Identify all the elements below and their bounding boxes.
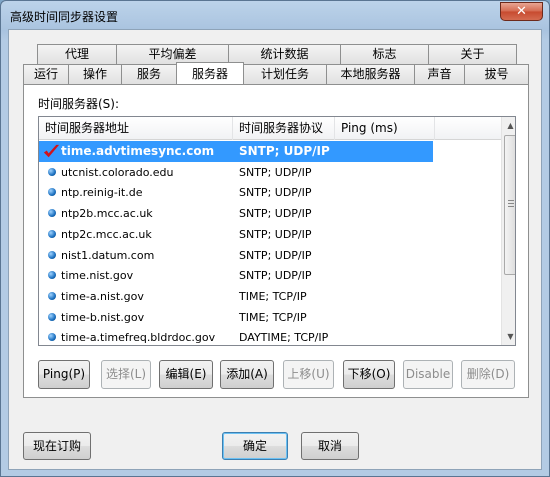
server-protocol: SNTP; UDP/IP <box>239 207 312 220</box>
tab-schedule[interactable]: 计划任务 <box>243 64 327 84</box>
server-protocol: TIME; TCP/IP <box>239 290 307 303</box>
tab-row-top: 代理 平均偏差 统计数据 标志 关于 <box>37 44 517 64</box>
title-bar[interactable]: 高级时间同步器设置 ✕ <box>1 1 549 29</box>
move-down-button[interactable]: 下移(O) <box>343 360 395 389</box>
server-dot-icon <box>48 209 56 217</box>
server-address: time-b.nist.gov <box>61 311 145 324</box>
tab-servers[interactable]: 服务器 <box>176 62 244 84</box>
server-protocol: SNTP; UDP/IP <box>239 186 312 199</box>
server-row[interactable]: time.advtimesync.com SNTP; UDP/IP <box>39 141 433 162</box>
edit-button[interactable]: 编辑(E) <box>159 360 213 389</box>
server-list-body: time.advtimesync.com SNTP; UDP/IP utcnist.… <box>39 141 501 344</box>
server-list-scrollbar[interactable]: ▲ ▼ <box>501 117 515 345</box>
server-dot-icon <box>48 313 56 321</box>
server-row[interactable]: time-a.nist.gov TIME; TCP/IP <box>39 286 501 307</box>
disable-button[interactable]: Disable <box>403 360 453 389</box>
dialog-client-area: 代理 平均偏差 统计数据 标志 关于 运行 操作 服务 服务器 计划任务 本地服… <box>8 29 542 470</box>
ping-button[interactable]: Ping(P) <box>38 360 90 389</box>
ok-button[interactable]: 确定 <box>222 432 288 460</box>
red-check-icon <box>43 144 60 158</box>
scroll-grip-icon <box>508 200 514 201</box>
select-button[interactable]: 选择(L) <box>101 360 151 389</box>
server-address: time-a.timefreq.bldrdoc.gov <box>61 331 216 344</box>
tab-row-bottom: 运行 操作 服务 服务器 计划任务 本地服务器 声音 拔号 <box>23 62 529 84</box>
server-dot-icon <box>48 230 56 238</box>
server-protocol: SNTP; UDP/IP <box>239 166 312 179</box>
tab-flags[interactable]: 标志 <box>340 44 429 64</box>
server-address: time.nist.gov <box>61 269 134 282</box>
tab-about[interactable]: 关于 <box>428 44 517 64</box>
servers-panel: 时间服务器(S): 时间服务器地址 时间服务器协议 Ping (ms) time… <box>23 84 529 398</box>
tab-sound[interactable]: 声音 <box>414 64 465 84</box>
server-protocol: SNTP; UDP/IP <box>239 249 312 262</box>
server-row[interactable]: utcnist.colorado.edu SNTP; UDP/IP <box>39 162 501 183</box>
server-list-header: 时间服务器地址 时间服务器协议 Ping (ms) <box>39 117 501 140</box>
server-protocol: SNTP; UDP/IP <box>239 269 312 282</box>
server-row[interactable]: ntp2c.mcc.ac.uk SNTP; UDP/IP <box>39 224 501 245</box>
column-header-address[interactable]: 时间服务器地址 <box>39 117 233 140</box>
delete-button[interactable]: 删除(D) <box>461 360 515 389</box>
window-title: 高级时间同步器设置 <box>10 10 119 24</box>
server-dot-icon <box>48 188 56 196</box>
server-address: utcnist.colorado.edu <box>61 166 174 179</box>
tab-average-deviation[interactable]: 平均偏差 <box>116 44 229 64</box>
server-row[interactable]: nist1.datum.com SNTP; UDP/IP <box>39 245 501 266</box>
column-header-protocol[interactable]: 时间服务器协议 <box>233 117 335 140</box>
column-header-ping[interactable]: Ping (ms) <box>335 117 435 140</box>
scroll-thumb[interactable] <box>504 135 515 275</box>
server-dot-icon <box>48 292 56 300</box>
move-up-button[interactable]: 上移(U) <box>283 360 334 389</box>
tab-run[interactable]: 运行 <box>23 64 69 84</box>
scroll-grip-icon <box>508 203 514 204</box>
subscribe-now-button[interactable]: 现在订购 <box>23 432 91 460</box>
server-address: nist1.datum.com <box>61 249 155 262</box>
add-button[interactable]: 添加(A) <box>220 360 274 389</box>
server-protocol: SNTP; UDP/IP <box>239 144 330 158</box>
server-address: time.advtimesync.com <box>61 144 215 158</box>
server-list[interactable]: 时间服务器地址 时间服务器协议 Ping (ms) time.advtimesy… <box>38 116 516 346</box>
tab-local-server[interactable]: 本地服务器 <box>326 64 415 84</box>
cancel-button[interactable]: 取消 <box>301 432 359 460</box>
server-protocol: TIME; TCP/IP <box>239 311 307 324</box>
close-button[interactable]: ✕ <box>500 2 543 21</box>
server-row[interactable]: ntp.reinig-it.de SNTP; UDP/IP <box>39 182 501 203</box>
server-protocol: SNTP; UDP/IP <box>239 228 312 241</box>
dialog-window: 高级时间同步器设置 ✕ 代理 平均偏差 统计数据 标志 关于 运行 操作 服务 … <box>0 0 550 477</box>
tab-operation[interactable]: 操作 <box>68 64 122 84</box>
server-row[interactable]: time.nist.gov SNTP; UDP/IP <box>39 265 501 286</box>
tab-proxy[interactable]: 代理 <box>37 44 117 64</box>
server-list-label: 时间服务器(S): <box>38 97 120 111</box>
server-address: ntp.reinig-it.de <box>61 186 143 199</box>
server-row[interactable]: ntp2b.mcc.ac.uk SNTP; UDP/IP <box>39 203 501 224</box>
tab-dialup[interactable]: 拔号 <box>464 64 529 84</box>
server-dot-icon <box>48 251 56 259</box>
tab-statistics[interactable]: 统计数据 <box>228 44 341 64</box>
scroll-up-icon[interactable]: ▲ <box>502 117 515 134</box>
scroll-grip-icon <box>508 206 514 207</box>
scroll-down-icon[interactable]: ▼ <box>502 328 515 345</box>
server-row[interactable]: time-b.nist.gov TIME; TCP/IP <box>39 307 501 328</box>
server-row[interactable]: time-a.timefreq.bldrdoc.gov DAYTIME; TCP/… <box>39 327 501 345</box>
server-address: ntp2b.mcc.ac.uk <box>61 207 153 220</box>
tab-service[interactable]: 服务 <box>121 64 177 84</box>
server-address: time-a.nist.gov <box>61 290 144 303</box>
server-dot-icon <box>48 168 56 176</box>
server-protocol: DAYTIME; TCP/IP <box>239 331 329 344</box>
server-dot-icon <box>48 271 56 279</box>
server-address: ntp2c.mcc.ac.uk <box>61 228 152 241</box>
server-dot-icon <box>48 333 56 341</box>
